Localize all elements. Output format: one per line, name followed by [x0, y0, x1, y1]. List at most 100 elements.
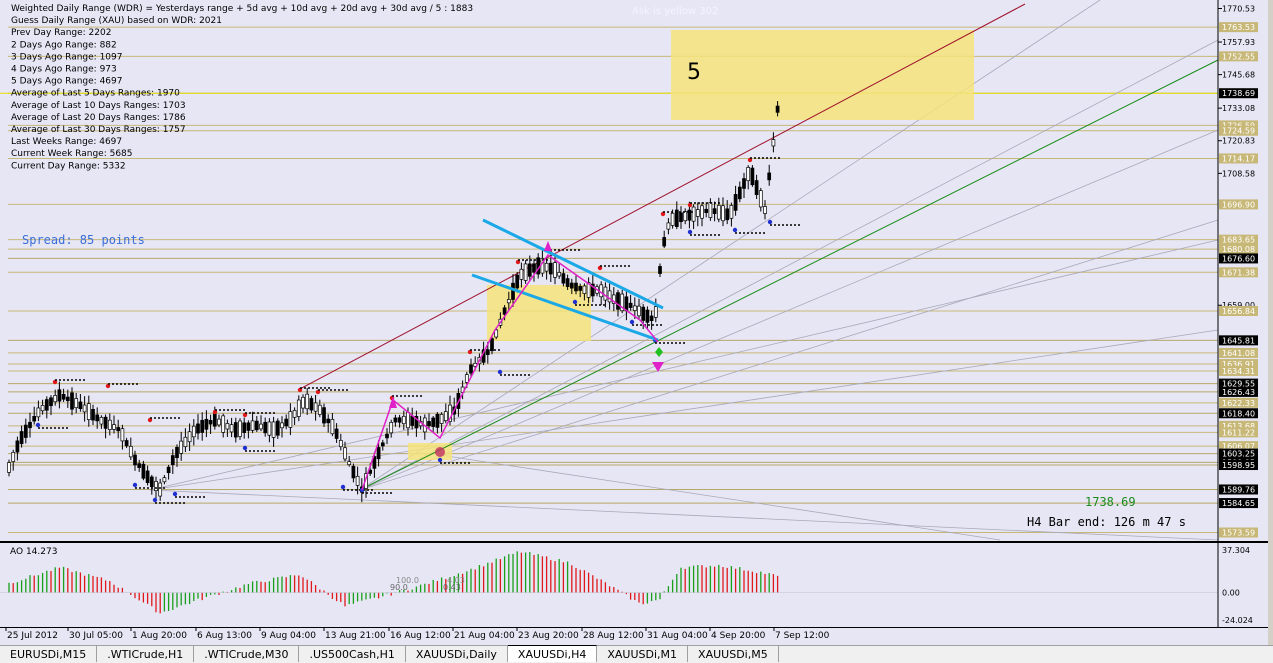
tab-wticrude-m30[interactable]: .WTICrude,M30	[194, 646, 300, 662]
time-label-2: 1 Aug 20:00	[132, 631, 187, 641]
candle-body	[70, 392, 74, 410]
price-label-14: 1680.08	[1222, 245, 1255, 254]
price-label-24: 1626.43	[1222, 388, 1255, 397]
awesome-oscillator-panel[interactable]: AO 14.273 100.0 90.0 0.43 4.03 37.304 0.0…	[0, 542, 1273, 628]
ao-inline-label-4: 4.03	[447, 576, 465, 585]
current-price-big: 1738.69	[1085, 495, 1136, 509]
candle-body	[771, 139, 776, 147]
info-line-13: Current Day Range: 5332	[11, 161, 126, 171]
candle-body	[725, 208, 730, 221]
candle-body	[628, 302, 633, 308]
candle-body	[196, 423, 200, 434]
candle-body	[53, 395, 58, 403]
candle-body	[141, 463, 146, 479]
info-line-12: Current Week Range: 5685	[11, 149, 133, 159]
price-label-13: 1683.65	[1222, 236, 1255, 245]
price-chart-svg[interactable]: Weighted Daily Range (WDR) = Yesterdays …	[0, 0, 1273, 542]
ao-axis-label-1: 0.00	[1222, 589, 1240, 598]
time-axis[interactable]: 25 Jul 2012 30 Jul 05:00 1 Aug 20:00 6 Aug …	[0, 628, 1273, 645]
candle-body	[208, 419, 213, 425]
ao-axis-label-2: -24.024	[1222, 616, 1253, 625]
candle-body	[338, 439, 343, 448]
candle-body	[439, 413, 444, 424]
candle-body	[212, 413, 217, 427]
candle-body	[506, 299, 511, 304]
info-line-2: Prev Day Range: 2202	[11, 28, 111, 38]
time-label-12: 7 Sep 12:00	[775, 631, 830, 641]
candle-body	[464, 374, 469, 383]
ao-svg[interactable]: AO 14.273 100.0 90.0 0.43 4.03 37.3040.0…	[0, 542, 1273, 628]
candle-body	[733, 194, 738, 211]
candle-body	[712, 208, 717, 214]
candle-body	[263, 421, 268, 434]
pivot-low-dot-13	[732, 227, 738, 233]
candle-body	[431, 417, 436, 427]
candle-body	[561, 273, 566, 284]
candle-body	[229, 424, 234, 433]
tab-wticrude-h1[interactable]: .WTICrude,H1	[97, 646, 195, 662]
candle-body	[737, 186, 742, 200]
candle-body	[112, 424, 116, 430]
candle-body	[78, 401, 83, 409]
price-label-4: 1745.68	[1222, 71, 1255, 80]
candle-body	[746, 167, 751, 182]
price-label-9: 1720.83	[1222, 137, 1255, 146]
candle-body	[767, 172, 772, 181]
main-chart-area[interactable]: Weighted Daily Range (WDR) = Yesterdays …	[0, 0, 1273, 542]
candle-body	[393, 417, 398, 423]
candle-body	[721, 205, 725, 222]
tab-xauusdi-m1[interactable]: XAUUSDi,M1	[597, 646, 689, 662]
candle-body	[233, 422, 238, 438]
pivot-low-dot-5	[340, 484, 346, 490]
price-label-15: 1676.60	[1222, 254, 1255, 263]
candle-body	[502, 307, 507, 315]
candle-body	[221, 415, 226, 433]
price-label-35: 1573.59	[1222, 529, 1255, 538]
ao-axis-labels: 37.304 0.00 -24.024	[1222, 546, 1253, 625]
candle-body	[242, 422, 247, 433]
candle-body	[343, 447, 347, 460]
chart-tab-bar: EURUSDi,M15 .WTICrude,H1 .WTICrude,M30 .…	[0, 645, 1273, 663]
candle-body	[313, 402, 318, 412]
bar-end-timer: H4 Bar end: 126 m 47 s	[1027, 515, 1186, 529]
candle-body	[191, 425, 196, 438]
info-line-8: Average of Last 10 Days Ranges: 1703	[11, 101, 186, 111]
candle-body	[322, 407, 326, 424]
ao-title: AO 14.273	[10, 547, 57, 557]
tab-xauusdi-h4[interactable]: XAUUSDi,H4	[507, 645, 598, 662]
candle-body	[527, 263, 532, 277]
candle-body	[599, 284, 604, 298]
candle-body	[116, 427, 121, 432]
spread-label: Spread: 85 points	[22, 233, 145, 247]
tab-eurusdi-m15[interactable]: EURUSDi,M15	[0, 646, 98, 662]
info-line-5: 4 Days Ago Range: 973	[11, 65, 117, 75]
price-label-0: 1770.53	[1222, 5, 1255, 14]
info-line-9: Average of Last 20 Days Ranges: 1786	[11, 113, 186, 123]
candle-body	[292, 410, 297, 418]
time-label-4: 9 Aug 04:00	[261, 631, 316, 641]
candle-body	[532, 263, 536, 273]
candle-body	[641, 306, 646, 321]
candle-body	[225, 423, 230, 430]
candle-body	[603, 286, 608, 301]
candle-body	[574, 282, 578, 292]
time-label-8: 23 Aug 20:00	[518, 631, 579, 641]
price-label-2: 1757.93	[1222, 38, 1255, 47]
candle-body	[175, 446, 179, 459]
candle-body	[217, 418, 221, 426]
tab-xauusdi-m5[interactable]: XAUUSDi,M5	[688, 646, 779, 662]
candle-body	[149, 476, 154, 487]
info-line-7: Average of Last 5 Days Ranges: 1970	[11, 89, 180, 99]
candle-body	[700, 205, 704, 219]
candle-body	[397, 417, 402, 423]
info-line-3: 2 Days Ago Range: 882	[11, 40, 117, 50]
tab-us500cash-h1[interactable]: .US500Cash,H1	[299, 646, 406, 662]
candle-body	[380, 442, 385, 447]
tab-xauusdi-daily[interactable]: XAUUSDi,Daily	[406, 646, 508, 662]
time-label-11: 4 Sep 20:00	[711, 631, 766, 641]
candle-body	[19, 431, 24, 445]
candle-body	[162, 477, 167, 483]
candle-body	[187, 431, 192, 443]
candle-body	[708, 202, 713, 218]
candle-body	[238, 420, 242, 437]
